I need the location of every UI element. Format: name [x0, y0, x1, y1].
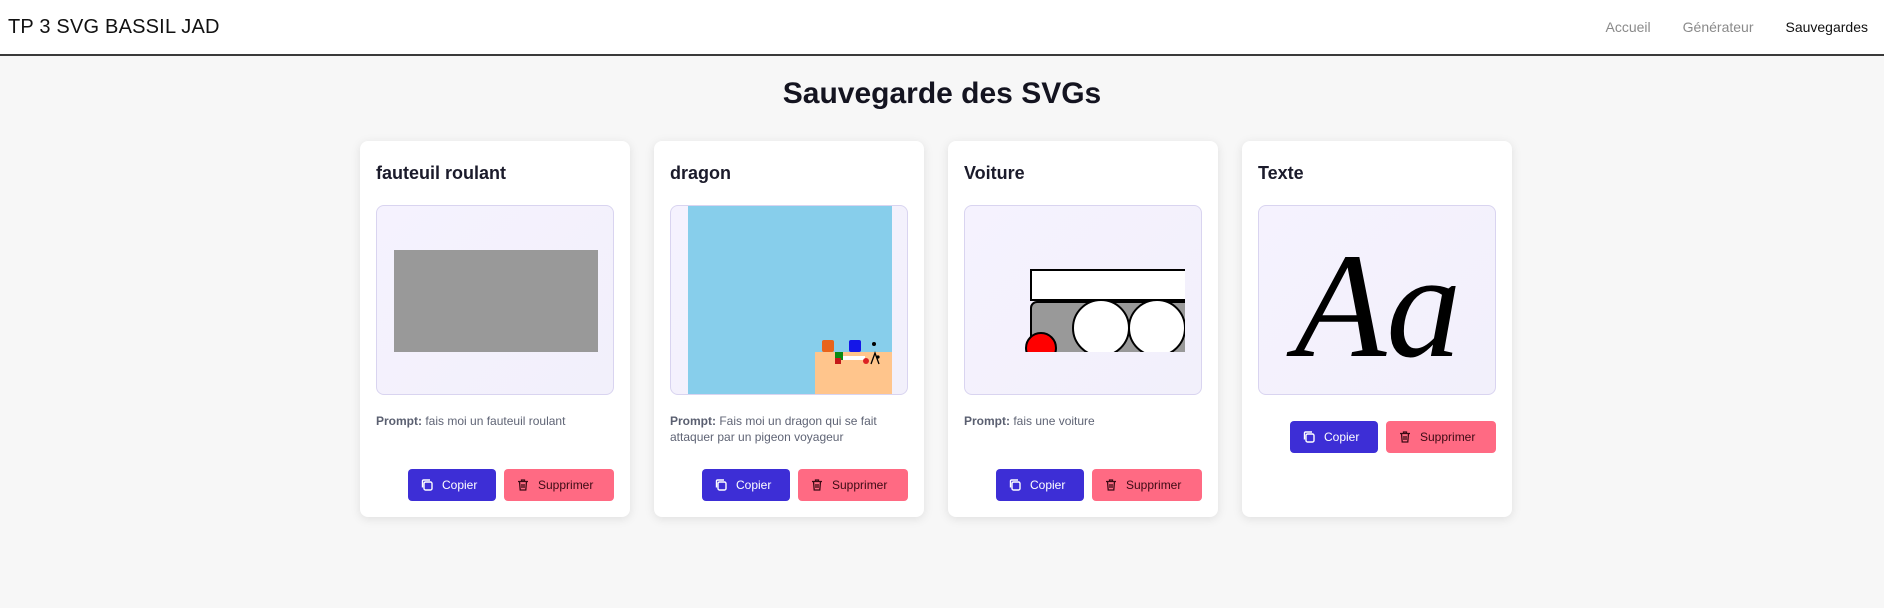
copy-button[interactable]: Copier	[996, 469, 1084, 501]
card-title: dragon	[670, 163, 731, 183]
car-wheel-front	[1072, 299, 1130, 352]
copy-label: Copier	[1324, 430, 1360, 444]
copy-button[interactable]: Copier	[408, 469, 496, 501]
copy-button[interactable]: Copier	[1290, 421, 1378, 453]
svg-card: dragon Prompt: Fais moi un dragon qui se…	[654, 141, 924, 517]
prompt-label: Prompt:	[670, 414, 716, 428]
pigeon-body	[843, 356, 865, 360]
car-svg	[1025, 269, 1185, 352]
trash-icon	[812, 479, 822, 491]
copy-button[interactable]: Copier	[702, 469, 790, 501]
wheelchair-svg	[394, 250, 598, 352]
copy-label: Copier	[736, 478, 772, 492]
nav-link-generateur[interactable]: Générateur	[1683, 19, 1754, 35]
delete-button[interactable]: Supprimer	[504, 469, 614, 501]
prompt-text: Prompt: fais moi un fauteuil roulant	[376, 413, 614, 429]
nav-link-sauvegardes[interactable]: Sauvegardes	[1785, 19, 1868, 35]
delete-button[interactable]: Supprimer	[1092, 469, 1202, 501]
svg-preview: Aa	[1258, 205, 1496, 395]
nav-links: Accueil Générateur Sauvegardes	[1606, 19, 1876, 35]
copy-label: Copier	[442, 478, 478, 492]
dragon-part-black	[872, 342, 876, 346]
brand-title[interactable]: TP 3 SVG BASSIL JAD	[8, 16, 220, 39]
page-title: Sauvegarde des SVGs	[782, 77, 1102, 110]
pigeon-head	[863, 358, 869, 364]
svg-card: fauteuil roulant Prompt: fais moi un fau…	[360, 141, 630, 517]
car-wheel-rear	[1128, 299, 1185, 352]
pigeon-eye	[876, 355, 880, 359]
text-svg: Aa	[1286, 223, 1462, 389]
dragon-part-blue	[849, 340, 861, 352]
prompt-label: Prompt:	[964, 414, 1010, 428]
card-actions: Copier Supprimer	[408, 469, 614, 501]
svg-preview	[376, 205, 614, 395]
prompt-value: fais moi un fauteuil roulant	[425, 414, 566, 428]
delete-button[interactable]: Supprimer	[1386, 421, 1496, 453]
delete-label: Supprimer	[1420, 430, 1476, 444]
trash-icon	[1106, 479, 1116, 491]
trash-icon	[1400, 431, 1410, 443]
navbar: TP 3 SVG BASSIL JAD Accueil Générateur S…	[0, 0, 1884, 56]
prompt-text: Prompt: fais une voiture	[964, 413, 1202, 429]
preview-text: Aa	[1286, 223, 1462, 389]
dragon-part-orange	[822, 340, 834, 352]
copy-icon	[421, 479, 433, 491]
copy-icon	[1009, 479, 1021, 491]
card-actions: Copier Supprimer	[996, 469, 1202, 501]
copy-label: Copier	[1030, 478, 1066, 492]
prompt-value: fais une voiture	[1013, 414, 1095, 428]
delete-label: Supprimer	[832, 478, 888, 492]
prompt-text: Prompt: Fais moi un dragon qui se fait a…	[670, 413, 908, 445]
saved-svg-grid: fauteuil roulant Prompt: fais moi un fau…	[360, 141, 1512, 517]
delete-button[interactable]: Supprimer	[798, 469, 908, 501]
svg-preview	[964, 205, 1202, 395]
card-title: Voiture	[964, 163, 1025, 183]
svg-card: Voiture Prompt: fais une voiture Copier	[948, 141, 1218, 517]
trash-icon	[518, 479, 528, 491]
card-title: fauteuil roulant	[376, 163, 506, 183]
car-light	[1025, 332, 1057, 352]
card-title: Texte	[1258, 163, 1304, 183]
svg-preview	[670, 205, 908, 395]
delete-label: Supprimer	[1126, 478, 1182, 492]
copy-icon	[715, 479, 727, 491]
copy-icon	[1303, 431, 1315, 443]
car-roof	[1030, 269, 1185, 301]
card-actions: Copier Supprimer	[702, 469, 908, 501]
wheelchair-seat-rect	[394, 250, 598, 352]
card-actions: Copier Supprimer	[1290, 421, 1496, 453]
dragon-svg	[688, 206, 892, 394]
nav-link-accueil[interactable]: Accueil	[1606, 19, 1651, 35]
dragon-part-red	[835, 358, 841, 364]
prompt-label: Prompt:	[376, 414, 422, 428]
delete-label: Supprimer	[538, 478, 594, 492]
svg-card: Texte Aa Copier Supprimer	[1242, 141, 1512, 517]
